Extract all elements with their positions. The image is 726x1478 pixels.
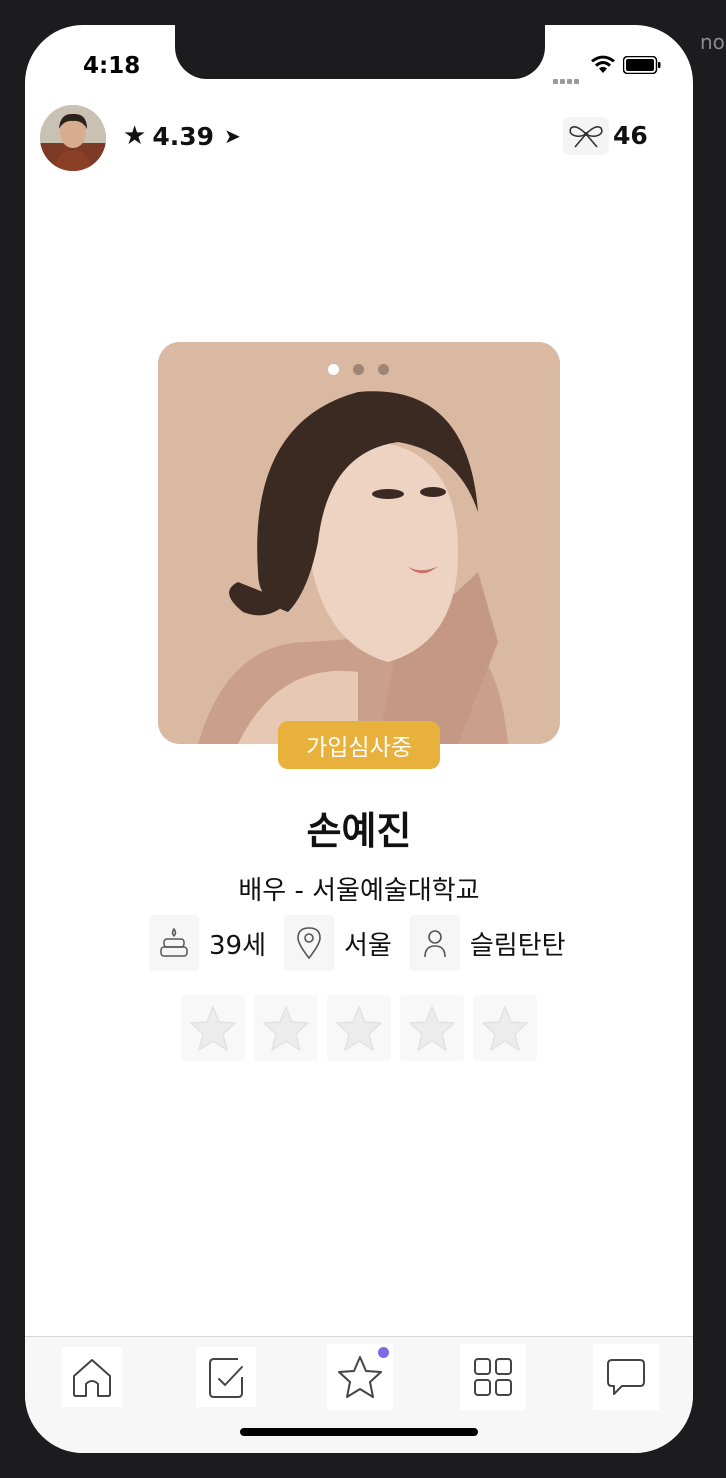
checklist-icon [209,1358,243,1398]
tab-home[interactable] [62,1347,122,1407]
profile-name: 손예진 [306,809,412,853]
rating-star-1[interactable] [181,995,245,1061]
battery-icon [623,56,661,74]
profile-info-row: 39세 서울 슬림탄탄 [149,915,584,971]
notch [175,25,545,79]
star-rating [181,995,537,1061]
user-rating[interactable]: ★ 4.39 ➤ [123,121,241,151]
photo-dot[interactable] [378,364,389,375]
user-avatar[interactable] [40,105,106,171]
person-icon [409,915,460,971]
wifi-icon [591,55,615,73]
grid-icon [474,1358,512,1396]
phone-screen: 4:18 ★ 4.39 ➤ 46 가입심사중 손예진 배우 - 서울예술대학교 … [25,25,693,1453]
signal-icon [553,69,581,88]
status-badge: 가입심사중 [278,721,440,769]
location-pin-icon [284,915,335,971]
rating-star-4[interactable] [400,995,464,1061]
home-indicator[interactable] [240,1428,478,1436]
rating-star-2[interactable] [254,995,318,1061]
edge-window-text: no [700,30,725,54]
home-icon [73,1359,111,1397]
ribbon-bow-icon[interactable] [563,117,609,155]
profile-job: 배우 - 서울예술대학교 [238,876,480,906]
rating-star-icon: ★ [123,121,147,151]
notification-dot [378,1347,389,1358]
tab-favorites[interactable] [327,1344,393,1410]
profile-age: 39세 [209,930,267,961]
tab-chat[interactable] [593,1344,659,1410]
profile-photo[interactable] [158,342,560,744]
tab-grid[interactable] [460,1344,526,1410]
profile-location: 서울 [344,930,392,961]
arrow-icon: ➤ [224,124,241,148]
star-icon [338,1356,382,1398]
tab-checklist[interactable] [196,1347,256,1407]
photo-dot[interactable] [353,364,364,375]
chat-icon [607,1359,645,1395]
rating-star-3[interactable] [327,995,391,1061]
bow-count: 46 [613,121,648,150]
profile-body-type: 슬림탄탄 [469,930,566,961]
photo-dot-active[interactable] [328,364,339,375]
status-time: 4:18 [83,53,141,79]
photo-pagination [328,364,389,375]
rating-value: 4.39 [152,121,214,151]
cake-icon [149,915,199,971]
rating-star-5[interactable] [473,995,537,1061]
